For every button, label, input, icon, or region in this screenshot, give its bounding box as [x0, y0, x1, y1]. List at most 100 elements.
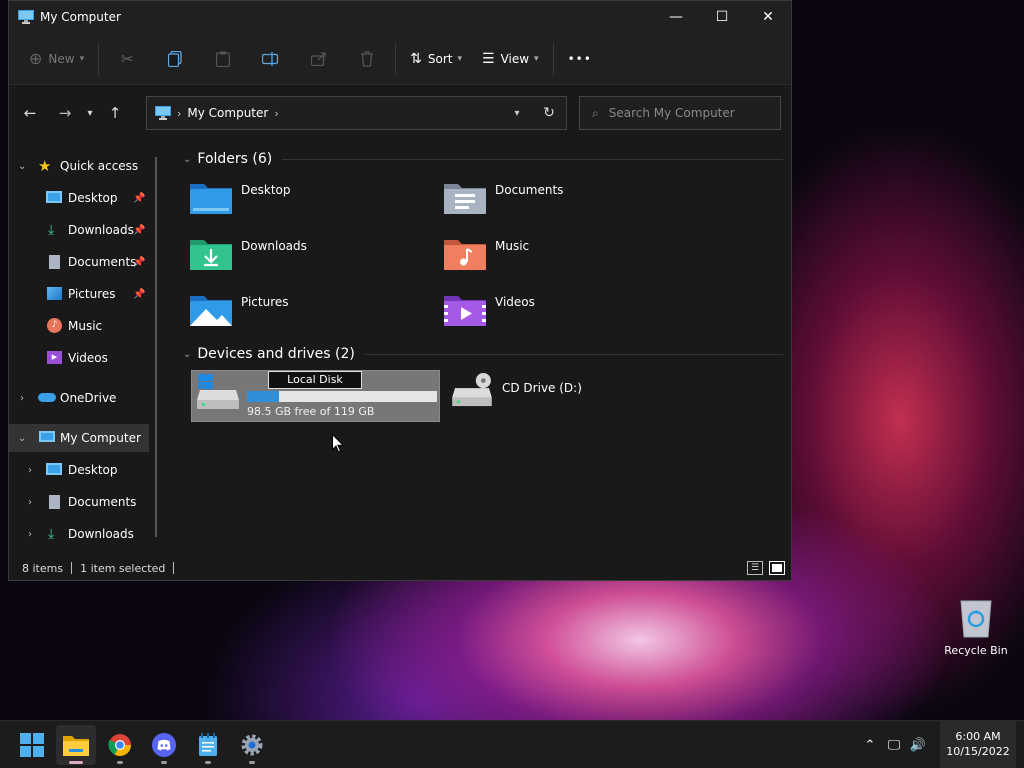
drive-free-space: 98.5 GB free of 119 GB	[247, 405, 375, 418]
folder-videos[interactable]: Videos	[443, 293, 535, 327]
rename-input[interactable]: Local Disk	[268, 371, 362, 389]
address-bar[interactable]: › My Computer › ▾ ↻	[146, 96, 567, 130]
cut-button[interactable]: ✂	[103, 41, 151, 77]
share-button[interactable]	[295, 41, 343, 77]
taskbar-settings[interactable]	[232, 725, 272, 765]
folder-label: Documents	[495, 183, 564, 197]
chevron-down-icon[interactable]: ⌄	[18, 433, 26, 444]
close-button[interactable]: ✕	[745, 1, 791, 33]
toolbar-divider	[98, 42, 100, 75]
drive-label: CD Drive (D:)	[502, 381, 582, 395]
sidebar-item-pc-downloads[interactable]: › ⤓ Downloads	[9, 520, 149, 548]
breadcrumb-separator-icon[interactable]: ›	[274, 107, 278, 120]
documents-folder-icon	[444, 184, 486, 214]
mouse-cursor-icon	[332, 434, 344, 453]
delete-button[interactable]	[343, 41, 391, 77]
sidebar-item-pictures[interactable]: Pictures 📌	[9, 280, 149, 308]
chevron-down-icon[interactable]: ⌄	[183, 154, 191, 165]
title-bar[interactable]: My Computer — ☐ ✕	[9, 1, 791, 33]
refresh-icon[interactable]: ↻	[532, 105, 566, 121]
forward-button[interactable]: →	[50, 98, 80, 128]
folder-downloads[interactable]: Downloads	[189, 237, 307, 271]
recycle-bin-label: Recycle Bin	[944, 644, 1008, 657]
sidebar-item-desktop[interactable]: Desktop 📌	[9, 184, 149, 212]
taskbar-clock[interactable]: 6:00 AM 10/15/2022	[940, 721, 1016, 768]
address-history-button[interactable]: ▾	[502, 108, 532, 119]
details-view-button[interactable]: ☰	[747, 561, 763, 575]
chevron-down-icon[interactable]: ⌄	[18, 161, 26, 172]
up-button[interactable]: ↑	[100, 98, 130, 128]
paste-button[interactable]	[199, 41, 247, 77]
pin-icon: 📌	[133, 288, 146, 300]
back-button[interactable]: ←	[15, 98, 45, 128]
sidebar-item-videos[interactable]: ▶ Videos	[9, 344, 149, 372]
network-icon[interactable]: 🖵	[882, 738, 906, 753]
sidebar-label: Documents	[68, 495, 137, 509]
copy-button[interactable]	[151, 41, 199, 77]
system-drive-icon	[197, 374, 239, 409]
document-icon	[49, 255, 60, 269]
plus-circle-icon: ⊕	[29, 49, 43, 68]
new-button[interactable]: ⊕ New ▾	[19, 41, 94, 77]
view-button[interactable]: ☰ View ▾	[472, 41, 549, 77]
pin-icon: 📌	[133, 224, 146, 236]
maximize-button[interactable]: ☐	[699, 1, 745, 33]
breadcrumb-my-computer[interactable]: My Computer	[187, 106, 268, 120]
sidebar-item-music[interactable]: ♪ Music	[9, 312, 149, 340]
group-title: Devices and drives (2)	[197, 346, 355, 362]
sidebar-label: Desktop	[68, 191, 118, 205]
folder-documents[interactable]: Documents	[443, 181, 563, 215]
search-box[interactable]: ⌕ Search My Computer	[579, 96, 781, 130]
folder-pictures[interactable]: Pictures	[189, 293, 289, 327]
sidebar-label: Music	[68, 319, 103, 333]
sidebar-item-pc-documents[interactable]: › Documents	[9, 488, 149, 516]
volume-icon[interactable]: 🔊	[906, 738, 930, 753]
chevron-right-icon[interactable]: ›	[20, 393, 24, 404]
taskbar-file-explorer[interactable]	[56, 725, 96, 765]
chevron-down-icon[interactable]: ⌄	[183, 349, 191, 360]
pin-icon: 📌	[133, 256, 146, 268]
more-options-button[interactable]: •••	[558, 41, 602, 77]
breadcrumb-separator-icon[interactable]: ›	[177, 107, 181, 120]
sidebar-item-my-computer[interactable]: ⌄ My Computer	[9, 424, 149, 452]
file-explorer-icon	[63, 736, 89, 756]
chevron-right-icon[interactable]: ›	[28, 529, 32, 540]
sidebar-label: Desktop	[68, 463, 118, 477]
start-button[interactable]	[12, 725, 52, 765]
arrow-up-icon: ↑	[108, 104, 122, 122]
sidebar-item-onedrive[interactable]: › OneDrive	[9, 384, 149, 412]
sidebar-item-quick-access[interactable]: ⌄ ★ Quick access	[9, 152, 149, 180]
drive-c-tile[interactable]: Local Disk 98.5 GB free of 119 GB	[191, 370, 440, 422]
star-icon: ★	[38, 157, 52, 175]
taskbar-chrome[interactable]	[100, 725, 140, 765]
sidebar-scrollbar[interactable]	[155, 157, 157, 537]
minimize-button[interactable]: —	[653, 1, 699, 33]
trash-icon	[361, 50, 374, 67]
sidebar-item-pc-desktop[interactable]: › Desktop	[9, 456, 149, 484]
chevron-right-icon[interactable]: ›	[28, 497, 32, 508]
group-header-folders[interactable]: ⌄ Folders (6)	[183, 151, 783, 167]
running-indicator	[205, 761, 211, 764]
taskbar-discord[interactable]	[144, 725, 184, 765]
rename-button[interactable]	[247, 41, 295, 77]
drive-d-tile[interactable]: CD Drive (D:)	[450, 373, 582, 407]
folder-music[interactable]: Music	[443, 237, 529, 271]
cd-drive-icon	[452, 373, 492, 407]
sidebar-item-documents[interactable]: Documents 📌	[9, 248, 149, 276]
chevron-right-icon[interactable]: ›	[28, 465, 32, 476]
group-title: Folders (6)	[197, 151, 273, 167]
folder-desktop[interactable]: Desktop	[189, 181, 291, 215]
sidebar-item-downloads[interactable]: ⤓ Downloads 📌	[9, 216, 149, 244]
document-icon	[49, 495, 60, 509]
drive-usage-fill	[247, 391, 280, 402]
show-hidden-icons-button[interactable]: ⌃	[858, 738, 882, 753]
desktop-icon-recycle-bin[interactable]: Recycle Bin	[940, 598, 1012, 657]
taskbar-notepad[interactable]	[188, 725, 228, 765]
tiles-view-button[interactable]	[769, 561, 785, 575]
recent-locations-button[interactable]: ▾	[80, 98, 100, 128]
group-header-devices[interactable]: ⌄ Devices and drives (2)	[183, 346, 783, 362]
chevron-down-icon: ▾	[79, 53, 85, 64]
sidebar-label: My Computer	[60, 431, 141, 445]
desktop-folder-icon	[190, 184, 232, 214]
sort-button[interactable]: ⇅ Sort ▾	[400, 41, 472, 77]
